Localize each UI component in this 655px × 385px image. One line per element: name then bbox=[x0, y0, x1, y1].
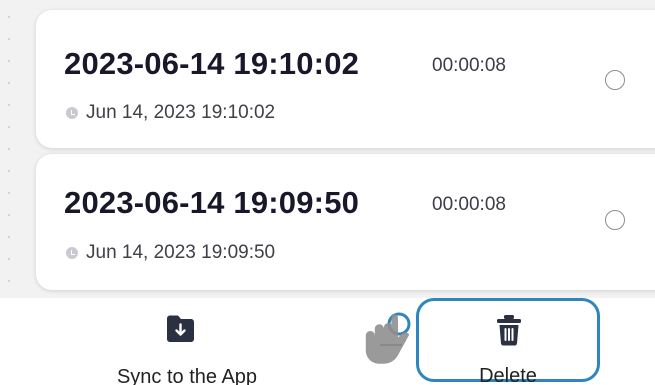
delete-button[interactable]: Delete bbox=[416, 298, 600, 385]
hand-pointer-icon bbox=[365, 312, 411, 364]
sync-label: Sync to the App bbox=[116, 366, 258, 385]
download-folder-icon bbox=[167, 315, 194, 342]
delete-label: Delete bbox=[479, 365, 537, 385]
recording-date-row: Jun 14, 2023 19:09:50 bbox=[66, 242, 275, 264]
trash-icon bbox=[497, 315, 521, 346]
recording-date-row: Jun 14, 2023 19:10:02 bbox=[66, 102, 275, 124]
select-radio[interactable] bbox=[605, 210, 625, 230]
clock-icon bbox=[66, 247, 78, 259]
recording-title: 2023-06-14 19:09:50 bbox=[64, 185, 360, 220]
recording-date: Jun 14, 2023 19:09:50 bbox=[86, 242, 276, 263]
recording-card-2[interactable]: 2023-06-14 19:09:50 00:00:08 Jun 14, 202… bbox=[36, 154, 655, 290]
bottom-action-bar: Sync to the App Delete bbox=[0, 298, 655, 385]
recording-date: Jun 14, 2023 19:10:02 bbox=[86, 102, 276, 123]
recording-duration: 00:00:08 bbox=[432, 194, 506, 215]
edge-dots bbox=[6, 6, 12, 306]
recording-duration: 00:00:08 bbox=[432, 55, 506, 76]
select-radio[interactable] bbox=[605, 70, 625, 90]
clock-icon bbox=[66, 107, 78, 119]
recordings-screen: 2023-06-14 19:10:02 00:00:08 Jun 14, 202… bbox=[0, 0, 655, 385]
recording-card-1[interactable]: 2023-06-14 19:10:02 00:00:08 Jun 14, 202… bbox=[36, 10, 655, 148]
recording-title: 2023-06-14 19:10:02 bbox=[64, 46, 360, 81]
